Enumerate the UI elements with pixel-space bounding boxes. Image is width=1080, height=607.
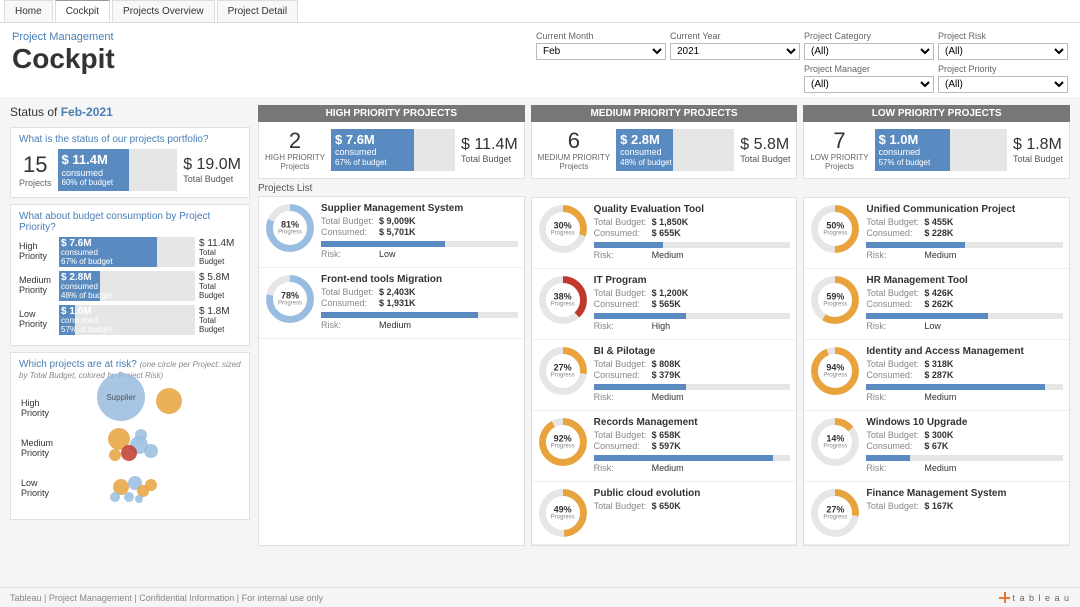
progress-donut: 27%Progress	[538, 346, 588, 396]
filter-project-priority: Project Priority(All)	[938, 64, 1068, 93]
progress-donut: 49%Progress	[538, 488, 588, 538]
priority-column: MEDIUM PRIORITY PROJECTS6MEDIUM PRIORITY…	[531, 105, 798, 546]
filter-select[interactable]: (All)	[804, 43, 934, 60]
progress-donut: 38%Progress	[538, 275, 588, 325]
project-item[interactable]: 50%ProgressUnified Communication Project…	[804, 198, 1069, 269]
page-subtitle: Project Management	[12, 31, 115, 43]
priority-row[interactable]: High Priority$ 7.6Mconsumed67% of budget…	[19, 237, 241, 267]
filter-current-month: Current MonthFeb	[536, 31, 666, 60]
project-bubble[interactable]	[145, 479, 157, 491]
project-bubble[interactable]	[110, 492, 120, 502]
priority-row[interactable]: Medium Priority$ 2.8Mconsumed48% of budg…	[19, 271, 241, 301]
priority-budget-card: What about budget consumption by Project…	[10, 204, 250, 346]
project-bubble[interactable]	[135, 429, 147, 441]
footer: Tableau | Project Management | Confident…	[0, 587, 1080, 607]
tab-bar: HomeCockpitProjects OverviewProject Deta…	[0, 0, 1080, 23]
project-item[interactable]: 38%ProgressIT ProgramTotal Budget:$ 1,20…	[532, 269, 797, 340]
project-item[interactable]: 81%ProgressSupplier Management SystemTot…	[259, 197, 524, 268]
project-item[interactable]: 27%ProgressFinance Management SystemTota…	[804, 482, 1069, 545]
project-bubble[interactable]	[156, 388, 182, 414]
risk-card: Which projects are at risk? (one circle …	[10, 352, 250, 520]
filter-select[interactable]: (All)	[938, 76, 1068, 93]
project-item[interactable]: 92%ProgressRecords ManagementTotal Budge…	[532, 411, 797, 482]
project-item[interactable]: 30%ProgressQuality Evaluation ToolTotal …	[532, 198, 797, 269]
project-item[interactable]: 14%ProgressWindows 10 UpgradeTotal Budge…	[804, 411, 1069, 482]
project-list: 30%ProgressQuality Evaluation ToolTotal …	[531, 197, 798, 546]
column-budget-bar[interactable]: $ 2.8Mconsumed48% of budget	[616, 129, 734, 171]
bubble-row: Low Priority	[21, 469, 239, 509]
portfolio-question: What is the status of our projects portf…	[19, 134, 241, 145]
tab-project-detail[interactable]: Project Detail	[217, 0, 298, 22]
tab-home[interactable]: Home	[4, 0, 53, 22]
project-item[interactable]: 49%ProgressPublic cloud evolutionTotal B…	[532, 482, 797, 545]
project-list: 81%ProgressSupplier Management SystemTot…	[258, 196, 525, 546]
project-item[interactable]: 78%ProgressFront-end tools MigrationTota…	[259, 268, 524, 339]
progress-donut: 59%Progress	[810, 275, 860, 325]
filter-project-manager: Project Manager(All)	[804, 64, 934, 93]
portfolio-count: 15	[19, 152, 52, 178]
progress-donut: 14%Progress	[810, 417, 860, 467]
progress-donut: 81%Progress	[265, 203, 315, 253]
project-bubble[interactable]: Supplier	[97, 373, 145, 421]
filter-project-risk: Project Risk(All)	[938, 31, 1068, 60]
project-bubble[interactable]	[109, 449, 121, 461]
status-line: Status of Feb-2021	[10, 105, 250, 119]
project-item[interactable]: 94%ProgressIdentity and Access Managemen…	[804, 340, 1069, 411]
priority-column: HIGH PRIORITY PROJECTS2HIGH PRIORITYProj…	[258, 105, 525, 546]
column-header: LOW PRIORITY PROJECTS	[803, 105, 1070, 122]
filter-project-category: Project Category(All)	[804, 31, 934, 60]
project-item[interactable]: 27%ProgressBI & PilotageTotal Budget:$ 8…	[532, 340, 797, 411]
filter-select[interactable]: 2021	[670, 43, 800, 60]
tableau-logo[interactable]: t a b l e a u	[999, 592, 1070, 603]
priority-row[interactable]: Low Priority$ 1.0Mconsumed57% of budget$…	[19, 305, 241, 335]
project-list: 50%ProgressUnified Communication Project…	[803, 197, 1070, 546]
portfolio-card: What is the status of our projects portf…	[10, 127, 250, 198]
header: Project Management Cockpit Current Month…	[0, 23, 1080, 97]
filter-current-year: Current Year2021	[670, 31, 800, 60]
progress-donut: 30%Progress	[538, 204, 588, 254]
column-budget-bar[interactable]: $ 1.0Mconsumed57% of budget	[875, 129, 1007, 171]
bubble-row: High PrioritySupplier	[21, 389, 239, 429]
tab-projects-overview[interactable]: Projects Overview	[112, 0, 215, 22]
progress-donut: 92%Progress	[538, 417, 588, 467]
project-bubble[interactable]	[124, 492, 134, 502]
progress-donut: 78%Progress	[265, 274, 315, 324]
column-budget-bar[interactable]: $ 7.6Mconsumed67% of budget	[331, 129, 455, 171]
tableau-icon	[999, 592, 1010, 603]
page-title: Cockpit	[12, 43, 115, 75]
filter-select[interactable]: (All)	[804, 76, 934, 93]
progress-donut: 94%Progress	[810, 346, 860, 396]
column-header: MEDIUM PRIORITY PROJECTS	[531, 105, 798, 122]
project-bubble[interactable]	[121, 445, 137, 461]
filter-select[interactable]: (All)	[938, 43, 1068, 60]
progress-donut: 50%Progress	[810, 204, 860, 254]
project-bubble[interactable]	[135, 495, 143, 503]
filter-grid: Current MonthFebCurrent Year2021Project …	[536, 31, 1068, 93]
progress-donut: 27%Progress	[810, 488, 860, 538]
bubble-row: Medium Priority	[21, 429, 239, 469]
priority-column: LOW PRIORITY PROJECTS7LOW PRIORITYProjec…	[803, 105, 1070, 546]
tab-cockpit[interactable]: Cockpit	[55, 0, 110, 22]
column-header: HIGH PRIORITY PROJECTS	[258, 105, 525, 122]
filter-select[interactable]: Feb	[536, 43, 666, 60]
portfolio-bar[interactable]: $ 11.4M consumed 60% of budget	[58, 149, 178, 191]
project-bubble[interactable]	[144, 444, 158, 458]
project-item[interactable]: 59%ProgressHR Management ToolTotal Budge…	[804, 269, 1069, 340]
